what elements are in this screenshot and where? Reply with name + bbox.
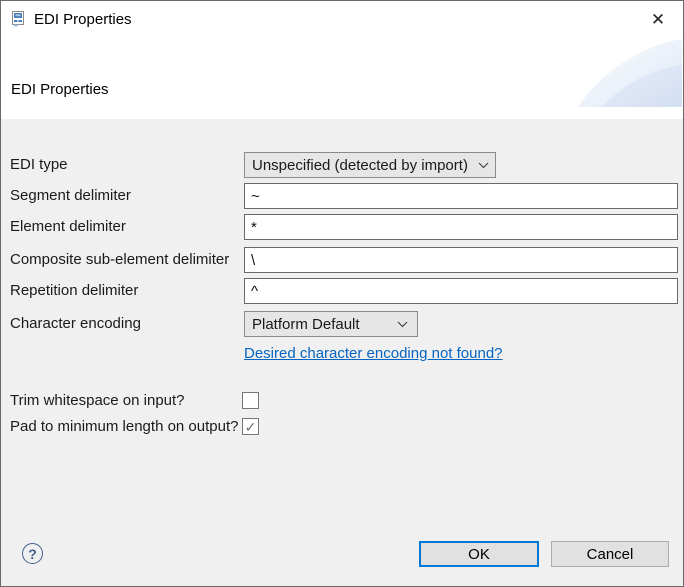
segment-delimiter-input[interactable] [244,183,678,209]
repetition-delimiter-input[interactable] [244,278,678,304]
dialog-heading: EDI Properties [11,81,109,98]
window-title: EDI Properties [34,1,132,39]
trim-whitespace-label: Trim whitespace on input? [10,392,185,410]
element-delimiter-input[interactable] [244,214,678,240]
cancel-button[interactable]: Cancel [551,541,669,567]
composite-sub-element-delimiter-input[interactable] [244,247,678,273]
segment-delimiter-label: Segment delimiter [10,183,131,209]
repetition-delimiter-label: Repetition delimiter [10,278,138,304]
close-icon[interactable]: ✕ [644,6,672,34]
edi-type-dropdown[interactable]: Unspecified (detected by import) [244,152,496,178]
pad-minimum-length-label: Pad to minimum length on output? [10,418,238,436]
character-encoding-dropdown[interactable]: Platform Default [244,311,418,337]
ok-button[interactable]: OK [419,541,539,567]
character-encoding-label: Character encoding [10,311,141,337]
question-mark-icon: ? [28,546,37,562]
banner-gradient-decoration [570,35,682,107]
character-encoding-value: Platform Default [252,316,360,333]
help-button[interactable]: ? [22,543,43,564]
trim-whitespace-checkbox[interactable] [242,392,259,409]
pad-minimum-length-checkbox[interactable]: ✓ [242,418,259,435]
title-bar: EDI Properties ✕ [1,1,683,39]
composite-sub-element-delimiter-label: Composite sub-element delimiter [10,247,229,273]
encoding-not-found-link[interactable]: Desired character encoding not found? [244,345,503,362]
chevron-down-icon [478,162,489,169]
element-delimiter-label: Element delimiter [10,214,126,240]
edi-properties-dialog: EDI Properties ✕ EDI Properties EDI type… [0,0,684,587]
edi-file-icon [11,11,25,27]
edi-type-label: EDI type [10,152,68,178]
chevron-down-icon [397,321,408,328]
edi-type-value: Unspecified (detected by import) [252,157,468,174]
check-icon: ✓ [245,420,257,434]
